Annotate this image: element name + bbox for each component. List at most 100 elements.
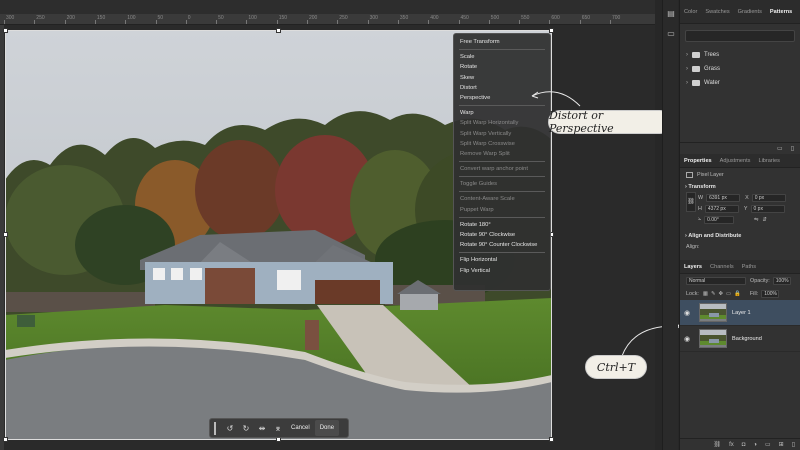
- right-panels: Color Swatches Gradients Patterns › Trees › Gr…: [679, 0, 800, 450]
- align-row: Align:: [680, 241, 800, 252]
- menu-item-free-transform[interactable]: Free Transform: [454, 37, 550, 47]
- tab-color[interactable]: Color: [680, 9, 701, 15]
- y-label: Y: [743, 205, 748, 212]
- align-section-title[interactable]: › Align and Distribute: [680, 231, 800, 241]
- flip-icon[interactable]: ⇹: [254, 420, 270, 436]
- transform-section-title[interactable]: › Transform: [680, 182, 800, 192]
- undo-icon[interactable]: ↺: [222, 420, 238, 436]
- menu-item-split-warp-crosswise: Split Warp Crosswise: [460, 140, 515, 147]
- menu-item-rotate-180[interactable]: Rotate 180°: [454, 220, 550, 230]
- delete-layer-icon[interactable]: ▯: [792, 441, 795, 448]
- ruler-tick-label: 450: [460, 15, 469, 21]
- tab-adjustments[interactable]: Adjustments: [716, 158, 755, 164]
- tab-libraries[interactable]: Libraries: [754, 158, 783, 164]
- folder-icon: [692, 80, 700, 86]
- patterns-search-input[interactable]: [685, 30, 795, 42]
- x-field[interactable]: 0 px: [751, 193, 786, 202]
- ruler-tick-mark: [276, 20, 278, 24]
- transform-fields: ⛓ W 6391 px X 0 px H 4372 px Y 0 px ⦣ 0.…: [680, 192, 800, 225]
- fx-icon[interactable]: fx: [729, 442, 734, 448]
- menu-item-rotate[interactable]: Rotate: [454, 62, 550, 72]
- transform-handle-bottom-left[interactable]: [3, 437, 8, 442]
- mask-icon[interactable]: ◘: [742, 442, 746, 448]
- folder-icon: [692, 66, 700, 72]
- link-layers-icon[interactable]: ⛓: [713, 441, 721, 448]
- folder-icon[interactable]: ▭: [765, 441, 771, 448]
- width-field[interactable]: 6391 px: [706, 193, 741, 202]
- layer-row[interactable]: ◉ Background: [680, 326, 800, 352]
- angle-field[interactable]: 0.00°: [704, 215, 735, 224]
- eye-icon[interactable]: ◉: [684, 309, 694, 317]
- pixel-layer-icon: [686, 172, 693, 178]
- ruler-tick-label: 200: [66, 15, 75, 21]
- tab-gradients[interactable]: Gradients: [734, 9, 766, 15]
- ruler-tick-mark: [307, 20, 308, 24]
- height-field[interactable]: 4372 px: [704, 204, 739, 213]
- layer-row[interactable]: ◉ Layer 1: [680, 300, 800, 326]
- transform-title: Transform: [688, 184, 716, 190]
- layer-thumbnail: [699, 329, 727, 348]
- ruler-tick-label: 50: [157, 15, 164, 21]
- tab-swatches[interactable]: Swatches: [701, 9, 733, 15]
- menu-item-split-warp-vertically: Split Warp Vertically: [460, 130, 512, 137]
- ruler-tick-mark: [216, 20, 218, 24]
- tab-layers[interactable]: Layers: [680, 264, 706, 270]
- layer-name: Layer 1: [732, 309, 751, 316]
- adjustment-icon[interactable]: ◑: [753, 442, 757, 448]
- transform-handle-top-center[interactable]: [276, 28, 281, 33]
- flip-horizontal-icon[interactable]: ⇋: [754, 217, 759, 223]
- tab-properties[interactable]: Properties: [680, 158, 716, 164]
- blend-row: Normal Opacity: 100%: [680, 274, 800, 287]
- tab-channels[interactable]: Channels: [706, 264, 738, 270]
- opacity-field[interactable]: 100%: [772, 276, 791, 285]
- comments-icon[interactable]: ▭: [663, 26, 679, 40]
- warp-icon[interactable]: ⌆: [270, 420, 286, 436]
- new-group-icon[interactable]: ▭: [777, 145, 783, 152]
- transform-handle-top-left[interactable]: [3, 28, 8, 33]
- ruler-tick-label: 500: [490, 15, 500, 21]
- ruler-tick-mark: [367, 20, 369, 24]
- menu-item-rotate-90-clockwise[interactable]: Rotate 90° Clockwise: [454, 230, 550, 240]
- menu-item-scale[interactable]: Scale: [454, 52, 550, 62]
- transform-handle-top-right[interactable]: [549, 28, 554, 33]
- menu-item-flip-vertical[interactable]: Flip Vertical: [454, 266, 550, 276]
- ruler-tick-mark: [579, 20, 581, 24]
- new-layer-icon[interactable]: ⊞: [779, 441, 784, 448]
- pixel-layer-row: Pixel Layer: [680, 168, 800, 182]
- taskbar-grip[interactable]: [214, 421, 216, 435]
- pattern-folder-trees[interactable]: › Trees: [680, 48, 800, 62]
- eye-icon[interactable]: ◉: [684, 335, 694, 343]
- history-icon[interactable]: ▤: [663, 6, 679, 20]
- layer-name: Background: [732, 335, 762, 342]
- redo-icon[interactable]: ↻: [238, 420, 254, 436]
- pattern-folder-water[interactable]: › Water: [680, 76, 800, 90]
- link-icon[interactable]: ⛓: [686, 192, 696, 212]
- tab-patterns[interactable]: Patterns: [766, 9, 796, 15]
- done-button[interactable]: Done: [314, 420, 340, 436]
- h-row: H 4372 px Y 0 px: [698, 203, 786, 214]
- ruler-tick-mark: [64, 20, 66, 24]
- ruler-tick-label: 400: [430, 15, 439, 21]
- menu-item-remove-warp-split: Remove Warp Split: [460, 150, 510, 157]
- lock-icons[interactable]: ▦✎✥▭🔒: [703, 291, 744, 297]
- ruler-tick-mark: [125, 20, 127, 24]
- y-field[interactable]: 0 px: [750, 204, 785, 213]
- pattern-folder-grass[interactable]: › Grass: [680, 62, 800, 76]
- trash-icon[interactable]: ▯: [791, 145, 794, 152]
- transform-handle-middle-left[interactable]: [3, 232, 8, 237]
- panel-icon-column: ▤ ▭: [662, 0, 678, 450]
- patterns-footer: ▭ ▯: [680, 142, 800, 154]
- menu-separator: [459, 161, 545, 163]
- menu-item-rotate-90-counter-clockwise[interactable]: Rotate 90° Counter Clockwise: [454, 240, 550, 250]
- blend-mode-select[interactable]: Normal: [686, 276, 746, 285]
- ruler-tick-label: 150: [96, 15, 106, 21]
- transform-handle-bottom-right[interactable]: [549, 437, 554, 442]
- ruler-tick-mark: [94, 20, 96, 24]
- layers-panel-tabs: Layers Channels Paths: [680, 260, 800, 274]
- menu-separator: [459, 49, 545, 51]
- menu-item-flip-horizontal[interactable]: Flip Horizontal: [454, 255, 550, 265]
- cancel-button[interactable]: Cancel: [286, 420, 315, 436]
- fill-field[interactable]: 100%: [761, 289, 780, 298]
- tab-paths[interactable]: Paths: [738, 264, 760, 270]
- flip-vertical-icon[interactable]: ⇵: [763, 217, 768, 223]
